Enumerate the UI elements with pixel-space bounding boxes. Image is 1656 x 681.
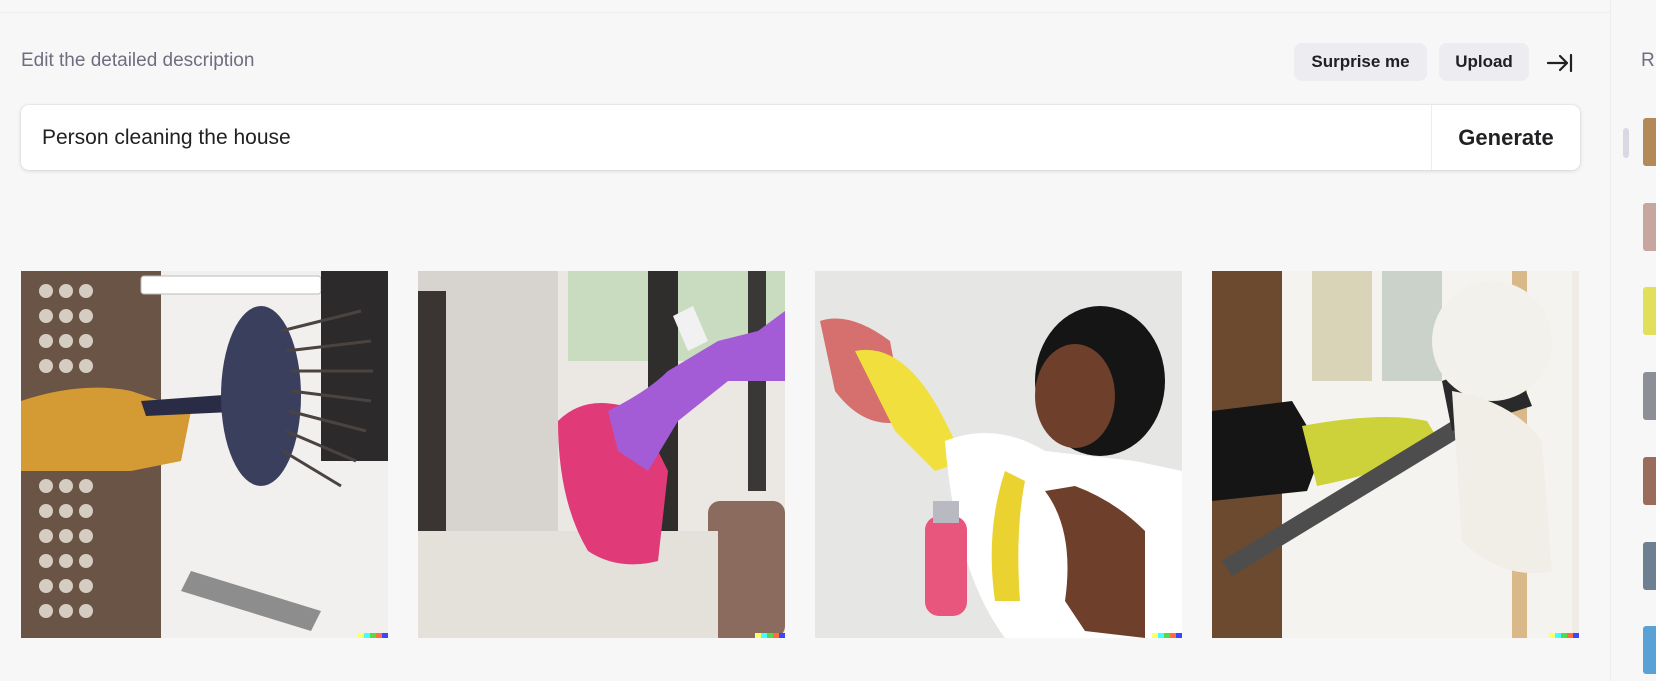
signature-mark [358, 633, 388, 638]
signature-mark [755, 633, 785, 638]
prompt-box: Generate [21, 105, 1580, 170]
prompt-label: Edit the detailed description [21, 50, 255, 71]
history-thumbnail[interactable] [1643, 457, 1656, 505]
history-thumbnail[interactable] [1643, 372, 1656, 420]
generate-button[interactable]: Generate [1432, 105, 1580, 170]
history-thumbnail[interactable] [1643, 287, 1656, 335]
upload-button[interactable]: Upload [1439, 43, 1529, 81]
history-thumbnail[interactable] [1643, 542, 1656, 590]
history-thumbnail[interactable] [1643, 118, 1656, 166]
history-sidebar: R [1610, 0, 1656, 681]
result-image-1[interactable] [21, 271, 388, 638]
signature-mark [1152, 633, 1182, 638]
surprise-me-button[interactable]: Surprise me [1294, 43, 1427, 81]
main-panel: Edit the detailed description Surprise m… [0, 0, 1610, 681]
prompt-input[interactable] [21, 105, 1411, 170]
sidebar-title: R [1641, 50, 1655, 71]
result-image-4[interactable] [1212, 271, 1579, 638]
history-thumbnail[interactable] [1643, 203, 1656, 251]
signature-mark [1549, 633, 1579, 638]
history-thumbnail[interactable] [1643, 626, 1656, 674]
collapse-right-icon[interactable] [1543, 46, 1577, 80]
result-image-2[interactable] [418, 271, 785, 638]
result-image-3[interactable] [815, 271, 1182, 638]
sidebar-scrollbar[interactable] [1623, 128, 1629, 158]
